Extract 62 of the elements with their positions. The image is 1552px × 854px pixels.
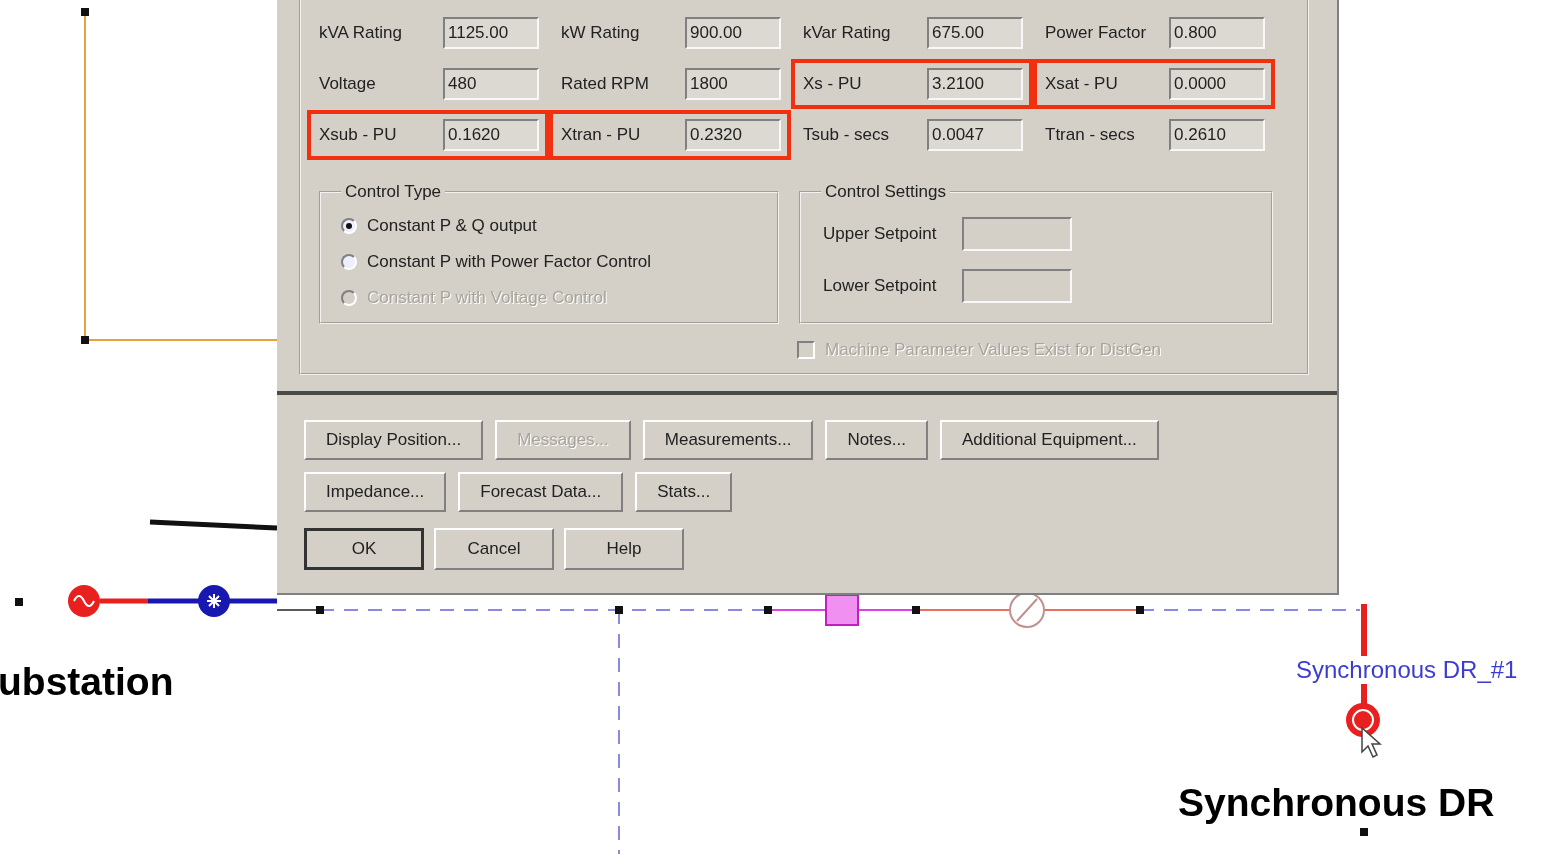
- input-field[interactable]: 0.0047: [927, 119, 1023, 151]
- field-label: Ttran - secs: [1045, 125, 1136, 145]
- dialog-button[interactable]: OK: [304, 528, 424, 570]
- node-marker: [764, 606, 772, 614]
- asterisk-node-icon: [198, 585, 230, 617]
- dialog-button[interactable]: Additional Equipment...: [940, 420, 1159, 460]
- field-label: Xtran - PU: [561, 125, 642, 145]
- field-label: Xsat - PU: [1045, 74, 1119, 94]
- input-field[interactable]: 0.800: [1169, 17, 1265, 49]
- field-label: Voltage: [319, 74, 377, 94]
- field-label: Xsub - PU: [319, 125, 398, 145]
- dialog-button[interactable]: Display Position...: [304, 420, 484, 460]
- node-marker: [81, 8, 89, 16]
- generator-icon: [1346, 703, 1380, 737]
- dialog-button[interactable]: Help: [564, 528, 684, 570]
- node-marker: [615, 606, 623, 614]
- input-field[interactable]: [962, 269, 1073, 303]
- node-marker: [912, 606, 920, 614]
- radio-label: Constant P & Q output: [367, 216, 537, 236]
- radio-button[interactable]: [341, 218, 357, 234]
- generator-icon: [68, 585, 100, 617]
- radio-label: Constant P with Power Factor Control: [367, 252, 652, 272]
- field-label: Power Factor: [1045, 23, 1148, 43]
- input-field[interactable]: 0.1620: [443, 119, 539, 151]
- input-field[interactable]: [962, 217, 1073, 251]
- input-field[interactable]: 0.0000: [1169, 68, 1265, 100]
- input-field[interactable]: 675.00: [927, 17, 1023, 49]
- input-field[interactable]: 3.2100: [927, 68, 1023, 100]
- dialog-button[interactable]: Impedance...: [304, 472, 447, 512]
- dialog-button[interactable]: Notes...: [825, 420, 928, 460]
- field-label: Lower Setpoint: [823, 276, 937, 296]
- pointer-icon: [1361, 726, 1382, 758]
- dialog-button[interactable]: Cancel: [434, 528, 554, 570]
- node-label: Synchronous DR_#1: [1296, 656, 1518, 684]
- field-label: Rated RPM: [561, 74, 650, 94]
- field-label: Xs - PU: [803, 74, 863, 94]
- synchronous-dr-label: Synchronous DR: [1178, 781, 1495, 825]
- field-label: kW Rating: [561, 23, 641, 43]
- node-marker: [1360, 828, 1368, 836]
- field-label: Upper Setpoint: [823, 224, 937, 244]
- field-label: Tsub - secs: [803, 125, 890, 145]
- input-field[interactable]: 480: [443, 68, 539, 100]
- dialog-button[interactable]: Measurements...: [642, 420, 814, 460]
- node-marker: [316, 606, 324, 614]
- input-field[interactable]: 1125.00: [443, 17, 539, 49]
- input-field[interactable]: 1800: [685, 68, 781, 100]
- input-field[interactable]: 0.2320: [685, 119, 781, 151]
- group-title: Control Settings: [824, 182, 947, 202]
- group-title: Control Type: [344, 182, 443, 202]
- input-field[interactable]: 0.2610: [1169, 119, 1265, 151]
- node-marker: [81, 336, 89, 344]
- dialog-button[interactable]: Forecast Data...: [458, 472, 624, 512]
- radio-button[interactable]: [341, 254, 357, 270]
- transformer-icon: [825, 594, 859, 626]
- field-label: kVA Rating: [319, 23, 403, 43]
- breaker-icon: [1009, 592, 1045, 628]
- field-label: kVar Rating: [803, 23, 892, 43]
- substation-label: ubstation: [0, 660, 174, 704]
- dialog-button[interactable]: Stats...: [635, 472, 733, 512]
- node-marker: [15, 598, 23, 606]
- input-field[interactable]: 900.00: [685, 17, 781, 49]
- node-marker: [1136, 606, 1144, 614]
